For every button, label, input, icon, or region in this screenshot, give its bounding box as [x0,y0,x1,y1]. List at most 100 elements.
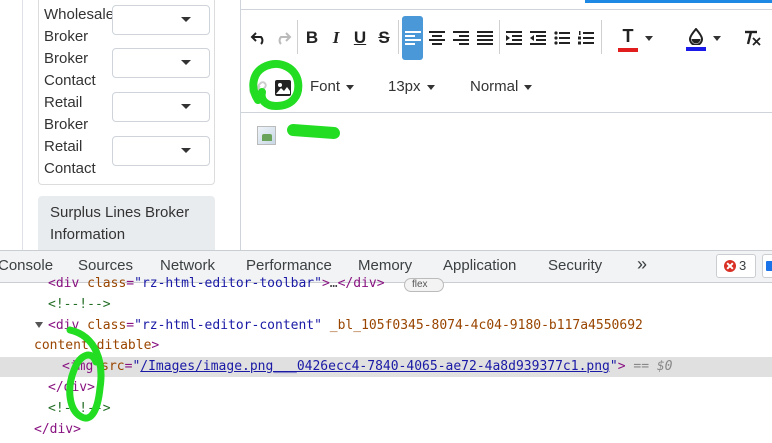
align-left-button[interactable] [402,27,424,49]
tab-security[interactable]: Security [548,257,602,274]
undo-icon [250,32,264,45]
tab-console[interactable]: Console [0,257,53,274]
format-block-value: Normal [470,78,519,95]
link-icon [249,81,267,95]
bold-button[interactable]: B [301,27,323,49]
wholesale-broker-select[interactable] [112,5,210,35]
surplus-lines-section-title: Surplus Lines Broker Information [50,202,210,246]
chevron-down-icon[interactable] [713,36,721,41]
background-color-button[interactable] [684,25,708,53]
align-right-button[interactable] [450,27,472,49]
text-color-icon: T [622,25,634,46]
dom-line-close-outer[interactable]: </div> [34,421,81,439]
underline-icon: U [353,28,367,47]
message-icon [766,261,772,271]
numbered-list-icon [578,31,594,45]
error-count: 3 [739,258,747,273]
content-class: rz-html-editor-content [141,318,315,333]
retail-contact-label-l2: Contact [44,160,96,177]
chevron-down-icon [426,84,435,90]
wholesale-broker-label-l1: Wholesale [44,6,115,23]
chevron-down-icon [524,84,533,90]
align-left-icon [405,31,421,45]
dom-line-toolbar[interactable]: <div class="rz-html-editor-toolbar">…</d… [48,275,385,293]
font-family-dropdown[interactable]: Font [310,78,355,95]
chevron-down-icon [346,84,355,90]
broken-image[interactable] [257,126,276,145]
redo-button[interactable] [272,27,294,49]
wholesale-broker-label-l2: Broker [44,28,89,45]
align-right-icon [453,31,469,45]
bullet-list-button[interactable] [551,27,573,49]
more-tabs-icon[interactable]: » [637,254,647,275]
bold-icon: B [305,28,319,47]
dom-comment-2[interactable]: <!--!--> [48,400,111,418]
justify-button[interactable] [474,27,496,49]
dom-comment-1[interactable]: <!--!--> [48,296,111,314]
clear-format-icon [745,30,761,46]
outdent-button[interactable] [527,27,549,49]
justify-icon [477,31,493,45]
toolbar-separator [601,20,602,54]
surplus-title-l2: Information [50,226,126,243]
broker-contact-select[interactable] [112,48,210,78]
blazor-attr: _bl_105f0345-8074-4c04-9180-b117a4550692 [329,318,643,333]
link-button[interactable] [247,77,269,99]
undo-button[interactable] [248,27,270,49]
font-family-value: Font [310,78,341,95]
strikethrough-button[interactable]: S [373,27,395,49]
align-center-icon [429,31,445,45]
font-color-swatch [618,47,638,52]
align-center-button[interactable] [426,27,448,49]
numbered-list-button[interactable] [575,27,597,49]
dom-line-close-div[interactable]: </div> [48,379,95,397]
retail-broker-label-l1: Retail [44,94,83,111]
toolbar-separator [499,20,500,54]
strikethrough-icon: S [378,28,390,47]
primary-button-edge [585,0,772,3]
retail-broker-select[interactable] [112,92,210,122]
indent-icon [506,31,522,45]
error-count-badge[interactable] [716,254,756,278]
clear-formatting-button[interactable] [741,27,763,49]
toolbar-class: rz-html-editor-toolbar [141,276,315,291]
font-color-button[interactable]: T [616,25,640,53]
indent-button[interactable] [503,27,525,49]
tab-performance[interactable]: Performance [246,257,332,274]
tab-application[interactable]: Application [443,257,516,274]
dom-line-contenteditable: contenteditable> [34,338,160,353]
redo-icon [278,32,292,45]
insert-image-button[interactable] [272,77,294,99]
background-color-swatch [686,46,706,51]
outdent-icon [530,31,546,45]
tab-memory[interactable]: Memory [358,257,412,274]
image-icon [275,80,291,96]
retail-contact-label-l1: Retail [44,138,83,155]
chevron-down-icon [181,104,191,109]
dom-line-content[interactable]: <div class="rz-html-editor-content" _bl_… [48,317,643,335]
chevron-down-icon[interactable] [645,36,653,41]
italic-icon: I [332,28,340,47]
font-size-dropdown[interactable]: 13px [388,78,435,95]
chevron-down-icon [181,17,191,22]
form-panel-border [22,0,23,250]
chevron-down-icon [181,60,191,65]
retail-broker-label-l2: Broker [44,116,89,133]
error-icon [724,260,736,272]
format-block-dropdown[interactable]: Normal [470,78,533,95]
tab-sources[interactable]: Sources [78,257,133,274]
toolbar-separator [398,20,399,54]
font-size-value: 13px [388,78,421,95]
bullet-list-icon [554,31,570,45]
img-src-link[interactable]: /Images/image.png___0426ecc4-7840-4065-a… [140,359,610,374]
surplus-title-l1: Surplus Lines Broker [50,204,190,221]
broker-contact-label-l1: Broker [44,50,89,67]
italic-button[interactable]: I [325,27,347,49]
expand-triangle-icon[interactable] [35,322,43,328]
tab-network[interactable]: Network [160,257,215,274]
retail-contact-select[interactable] [112,136,210,166]
dom-line-img[interactable]: <img src="/Images/image.png___0426ecc4-7… [62,358,673,376]
underline-button[interactable]: U [349,27,371,49]
chevron-down-icon [181,148,191,153]
contenteditable-attr: contenteditable [34,338,152,353]
